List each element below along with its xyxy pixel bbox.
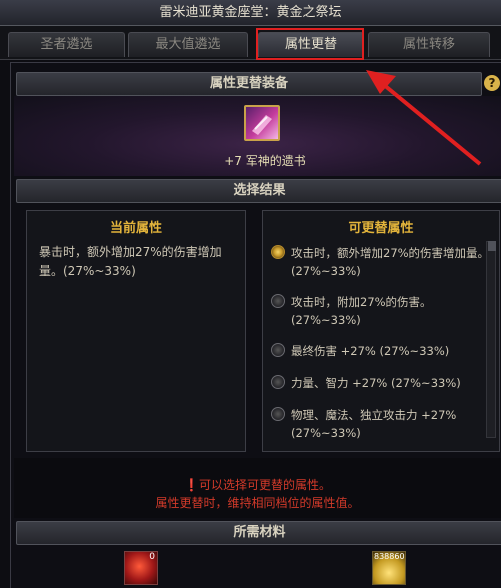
radio-icon[interactable]: [271, 294, 285, 308]
radio-icon[interactable]: [271, 375, 285, 389]
attribute-option-2[interactable]: 攻击时，附加27%的伤害。(27%~33%): [269, 293, 495, 329]
replaceable-attribute-title: 可更替属性: [348, 221, 414, 236]
attribute-option-4[interactable]: 力量、智力 +27% (27%~33%): [269, 374, 495, 392]
current-attribute-title: 当前属性: [109, 221, 162, 236]
arrow-annotation-icon: [366, 70, 482, 166]
radio-icon[interactable]: [271, 407, 285, 421]
attribute-option-label: 最终伤害 +27% (27%~33%): [291, 344, 450, 358]
radio-selected-icon[interactable]: [271, 245, 285, 259]
tab-bar: 圣者遴选 最大值遴选 属性更替 属性转移: [0, 26, 501, 60]
tab-max-select[interactable]: 最大值遴选: [128, 32, 248, 57]
red-orb-icon[interactable]: 0: [124, 551, 158, 585]
notice-line-1: ❗可以选择可更替的属性。: [184, 478, 331, 492]
replaceable-attribute-panel: 可更替属性 攻击时，额外增加27%的伤害增加量。(27%~33%) 攻击时，附加…: [262, 210, 500, 452]
material-count-2: 838860: [374, 552, 405, 561]
book-icon[interactable]: [244, 105, 280, 141]
radio-icon[interactable]: [271, 343, 285, 357]
tab-attribute-transfer[interactable]: 属性转移: [368, 32, 490, 57]
attribute-option-5[interactable]: 物理、魔法、独立攻击力 +27% (27%~33%): [269, 406, 495, 442]
material-count-1: 0: [149, 552, 155, 562]
equip-item-name: +7 军神的遗书: [224, 154, 306, 168]
scroll-up-icon[interactable]: [488, 241, 496, 251]
current-attribute-panel: 当前属性 暴击时，额外增加27%的伤害增加量。(27%~33%): [26, 210, 246, 452]
result-header: 选择结果: [16, 179, 501, 203]
materials-header: 所需材料: [16, 521, 501, 545]
tab-saint-select[interactable]: 圣者遴选: [8, 32, 125, 57]
attribute-option-3[interactable]: 最终伤害 +27% (27%~33%): [269, 342, 495, 360]
attribute-option-1[interactable]: 攻击时，额外增加27%的伤害增加量。(27%~33%): [269, 244, 495, 280]
attribute-option-label: 攻击时，附加27%的伤害。(27%~33%): [291, 295, 432, 327]
attribute-option-label: 攻击时，额外增加27%的伤害增加量。(27%~33%): [291, 246, 490, 278]
notice-area: ❗可以选择可更替的属性。 属性更替时，维持相同档位的属性值。: [14, 458, 501, 518]
highlight-box: [256, 28, 364, 60]
notice-line-2: 属性更替时，维持相同档位的属性值。: [155, 496, 360, 510]
attribute-option-label: 物理、魔法、独立攻击力 +27% (27%~33%): [291, 408, 457, 440]
scrollbar[interactable]: [486, 241, 496, 438]
attribute-option-label: 力量、智力 +27% (27%~33%): [291, 376, 461, 390]
window-title: 雷米迪亚黄金座堂：黄金之祭坛: [0, 0, 501, 26]
current-attribute-text: 暴击时，额外增加27%的伤害增加量。(27%~33%): [39, 245, 222, 278]
gold-coins-icon[interactable]: 838860: [372, 551, 406, 585]
